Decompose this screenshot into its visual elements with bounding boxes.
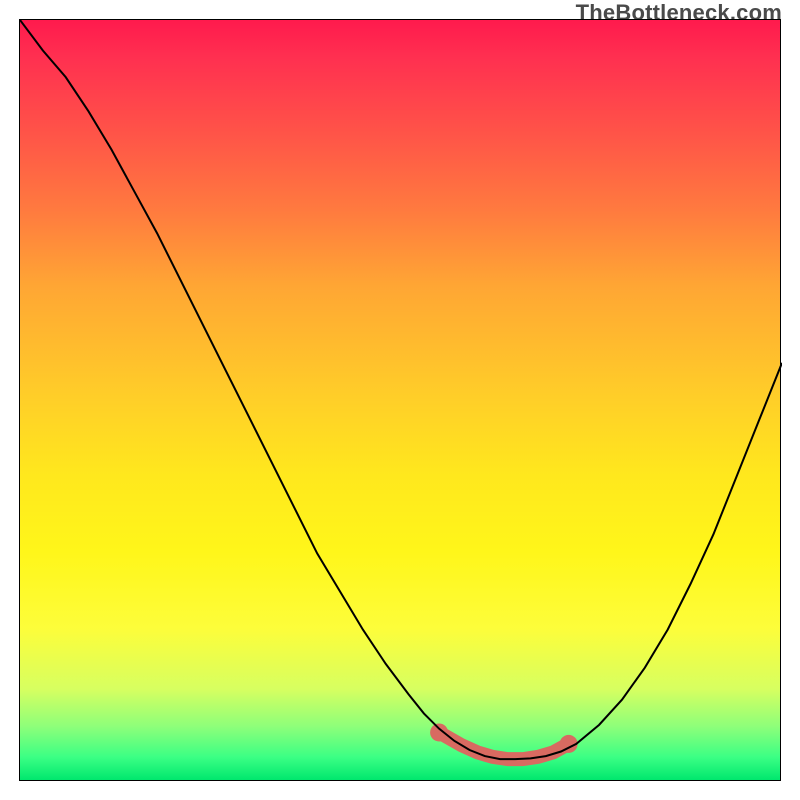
- optimal-range-highlight: [439, 732, 569, 759]
- chart-container: TheBottleneck.com: [0, 0, 800, 800]
- highlight-start-dot: [430, 723, 448, 741]
- bottleneck-curve: [20, 20, 782, 759]
- highlight-end-dot: [560, 735, 578, 753]
- plot-area: [19, 19, 781, 781]
- chart-svg: [20, 20, 782, 782]
